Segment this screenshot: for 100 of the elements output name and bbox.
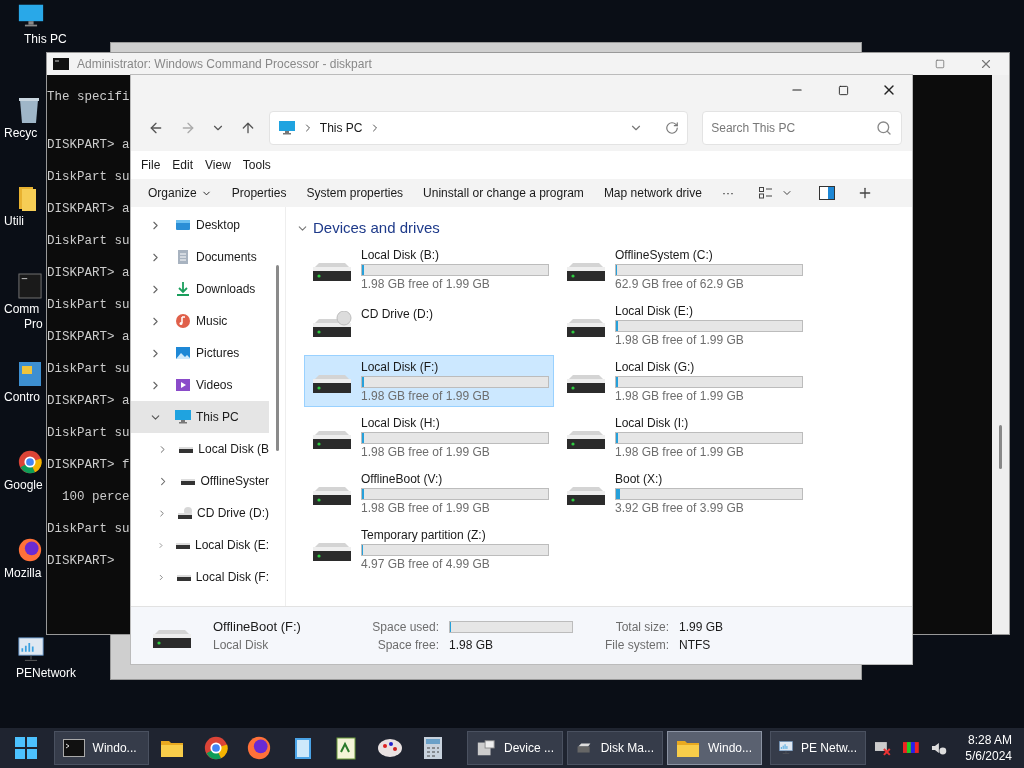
taskbar-button[interactable]: Device ... <box>467 731 563 765</box>
taskbar-button[interactable]: Windo... <box>53 731 149 765</box>
scrollbar[interactable] <box>992 75 1009 634</box>
drive-tile[interactable]: OfflineBoot (V:) 1.98 GB free of 1.99 GB <box>304 467 554 519</box>
desktop-icon-label[interactable]: This PC <box>24 32 67 47</box>
drive-tile[interactable]: Local Disk (F:) 1.98 GB free of 1.99 GB <box>304 355 554 407</box>
folder-icon <box>160 738 185 758</box>
drive-icon <box>178 444 195 454</box>
tree-item[interactable]: Local Disk (B <box>131 433 269 465</box>
toolbar-button[interactable]: Organize <box>139 181 221 205</box>
display-icon[interactable] <box>901 740 920 756</box>
toolbar-button[interactable]: Uninstall or change a program <box>414 181 593 205</box>
tree-item[interactable]: Pictures <box>131 337 269 369</box>
volume-icon[interactable] <box>929 740 948 756</box>
tree-item[interactable]: Documents <box>131 241 269 273</box>
tree-label: This PC <box>196 409 239 426</box>
drive-tile[interactable]: OfflineSystem (C:) 62.9 GB free of 62.9 GB <box>558 243 808 295</box>
drive-tile[interactable]: Temporary partition (Z:) 4.97 GB free of 4.99 GB <box>304 523 554 575</box>
drive-tile[interactable]: Local Disk (B:) 1.98 GB free of 1.99 GB <box>304 243 554 295</box>
address-bar[interactable]: This PC <box>268 111 689 145</box>
tree-label: Downloads <box>196 281 256 298</box>
desktop-icon <box>175 217 191 233</box>
menu-item[interactable]: Edit <box>166 156 200 174</box>
drive-tile[interactable]: Local Disk (H:) 1.98 GB free of 1.99 GB <box>304 411 554 463</box>
tree-item[interactable]: CD Drive (D:) <box>131 497 269 529</box>
scrollbar[interactable] <box>276 265 279 451</box>
drive-tile[interactable]: Local Disk (I:) 1.98 GB free of 1.99 GB <box>558 411 808 463</box>
toolbar-button[interactable]: Map network drive <box>594 181 711 205</box>
network-icon[interactable] <box>874 740 892 756</box>
details-label: File system: <box>604 636 669 654</box>
toolbar-button[interactable]: System properties <box>297 181 413 205</box>
tree-label: Desktop <box>196 217 241 234</box>
chrome-icon <box>203 736 228 760</box>
drive-name: OfflineSystem (C:) <box>615 246 714 263</box>
toolbar-button[interactable]: ··· <box>712 181 743 205</box>
drive-name: Local Disk (F:) <box>361 358 440 375</box>
notepad-icon <box>292 736 313 760</box>
details-type: Local Disk <box>213 636 270 654</box>
free-space: 1.98 GB free of 1.99 GB <box>361 387 491 404</box>
tree-item[interactable]: Downloads <box>131 273 269 305</box>
refresh-icon[interactable] <box>665 121 680 135</box>
details-label: Space free: <box>376 636 439 654</box>
tree-item[interactable]: Videos <box>131 369 269 401</box>
bin-icon <box>18 96 40 124</box>
drive-name: Boot (X:) <box>615 470 664 487</box>
desktop-icon-label[interactable]: Utili <box>4 214 24 229</box>
download-icon <box>175 281 191 297</box>
tree-label: CD Drive (D:) <box>197 505 269 522</box>
desktop-icon-label[interactable]: Pro <box>4 317 43 332</box>
menu-item[interactable]: File <box>135 156 167 174</box>
details-label: Total size: <box>614 618 669 636</box>
tree-item[interactable]: Music <box>131 305 269 337</box>
drive-icon <box>175 572 192 582</box>
tree-item[interactable]: Desktop <box>131 209 269 241</box>
free-space: 1.98 GB free of 1.99 GB <box>361 275 491 292</box>
desktop-icon-label[interactable]: Recyc <box>4 126 38 141</box>
close-icon <box>979 57 993 71</box>
desktop-icon-label[interactable]: Google <box>4 478 43 493</box>
drive-tile[interactable]: Local Disk (E:) 1.98 GB free of 1.99 GB <box>558 299 808 351</box>
palette-icon <box>376 737 403 759</box>
toolbar-button[interactable]: Properties <box>222 181 296 205</box>
clock-time[interactable]: 8:28 AM <box>967 732 1012 748</box>
free-space: 1.98 GB free of 1.99 GB <box>361 499 491 516</box>
taskbar-button[interactable]: Windo... <box>667 731 762 765</box>
tree-item[interactable]: Local Disk (E: <box>131 529 269 561</box>
tree-item[interactable]: This PC <box>131 401 269 433</box>
taskbar-button[interactable]: PE Netw... <box>770 731 866 765</box>
details-value: NTFS <box>679 636 712 654</box>
drive-tile[interactable]: Local Disk (G:) 1.98 GB free of 1.99 GB <box>558 355 808 407</box>
chrome-icon <box>18 450 42 474</box>
desktop-icon-label[interactable]: Contro <box>4 390 41 405</box>
drive-tile[interactable]: CD Drive (D:) <box>304 299 554 351</box>
desktop-icon-label[interactable]: Comm <box>4 302 43 317</box>
drive-icon <box>174 540 191 550</box>
console-line: The specifi <box>47 89 130 105</box>
breadcrumb[interactable]: This PC <box>319 119 363 137</box>
details-name: OfflineBoot (F:) <box>213 617 302 636</box>
tree-label: Videos <box>196 377 233 394</box>
drive-name: OfflineBoot (V:) <box>361 470 444 487</box>
section-header[interactable]: Devices and drives <box>296 217 440 239</box>
tree-item[interactable]: Local Disk (F: <box>131 561 269 593</box>
tree-label: Local Disk (E: <box>194 537 269 554</box>
desktop-icon-label[interactable]: PENetwork <box>16 666 77 681</box>
tree-label: Local Disk (F: <box>195 569 269 586</box>
console-line: DiskPart su <box>47 169 130 185</box>
desktop-icon-label[interactable]: Mozilla <box>4 566 42 581</box>
drive-name: Temporary partition (Z:) <box>361 526 487 543</box>
menu-item[interactable]: Tools <box>236 156 277 174</box>
menu-item[interactable]: View <box>199 156 237 174</box>
search-field[interactable]: Search This PC <box>702 111 902 145</box>
windows-logo-icon <box>14 737 37 759</box>
tree-item[interactable]: OfflineSyster <box>131 465 269 497</box>
search-icon[interactable] <box>876 120 892 136</box>
clock-date[interactable]: 5/6/2024 <box>965 748 1012 764</box>
drive-tile[interactable]: Boot (X:) 3.92 GB free of 3.99 GB <box>558 467 808 519</box>
console-line: DiskPart su <box>47 361 130 377</box>
taskbar-button[interactable]: Disk Ma... <box>567 731 663 765</box>
console-line: DISKPART> a <box>47 137 130 153</box>
computer-icon <box>174 409 192 425</box>
tree-label: Music <box>196 313 228 330</box>
